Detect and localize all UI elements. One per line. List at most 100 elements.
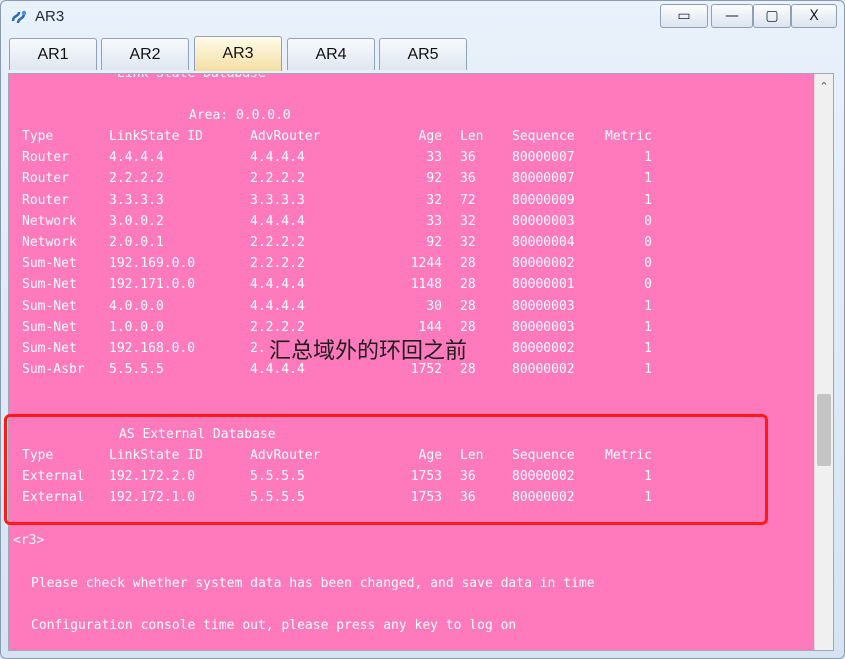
lsdb-row-7-len: 28: [460, 298, 476, 314]
lsdb-row-9-metric: 1: [644, 341, 652, 356]
lsdb-row-4-linkstate-id: 2.0.0.1: [109, 235, 164, 250]
tab-ar4[interactable]: AR4: [287, 38, 375, 70]
scroll-up-icon[interactable]: ⌃: [815, 74, 833, 98]
tab-ar1[interactable]: AR1: [9, 38, 97, 70]
lsdb-row-7-adv-router: 4.4.4.4: [250, 298, 305, 314]
lsdb-row-4-type: Network: [22, 235, 77, 250]
lsdb-row-1-type: Router: [22, 171, 69, 187]
lsdb-row-4-len: 32: [460, 235, 476, 250]
lsdb-row-3-len: 32: [460, 213, 476, 229]
lsdb-row-5-adv-router: 2.2.2.2: [250, 256, 305, 272]
area-label: Area: 0.0.0.0: [189, 108, 291, 123]
minimize-button[interactable]: —: [711, 4, 753, 28]
lsdb-row-2-adv-router: 3.3.3.3: [250, 192, 305, 208]
lsdb-row-3-type: Network: [22, 213, 77, 229]
lsdb-row-4-adv-router: 2.2.2.2: [250, 235, 305, 250]
lsdb-row-7-linkstate-id: 4.0.0.0: [109, 298, 164, 314]
lsdb-row-0-age: 33: [426, 150, 442, 166]
lsdb-header-len: Len: [460, 129, 484, 144]
lsdb-row-3-age: 33: [426, 213, 442, 229]
timeout-message: Configuration console time out, please p…: [31, 618, 517, 633]
lsdb-row-6-linkstate-id: 192.171.0.0: [109, 277, 196, 293]
scroll-thumb[interactable]: [817, 394, 831, 466]
lsdb-row-10-metric: 1: [644, 362, 652, 378]
tab-ar2[interactable]: AR2: [101, 38, 189, 70]
lsdb-header-age: Age: [418, 129, 442, 144]
window-title: AR3: [35, 8, 65, 25]
title-bar: AR3 ▭ — ▢ X: [1, 1, 844, 35]
tab-ar5[interactable]: AR5: [379, 38, 467, 70]
lsdb-row-5-age: 1244: [410, 256, 442, 272]
lsdb-header-linkstate-id: LinkState ID: [109, 129, 203, 144]
lsdb-row-6-adv-router: 4.4.4.4: [250, 277, 305, 293]
lsdb-row-8-type: Sum-Net: [22, 319, 77, 335]
lsdb-row-2-age: 32: [426, 192, 442, 208]
save-reminder-message: Please check whether system data has bee…: [31, 576, 595, 591]
terminal-window: AR3 ▭ — ▢ X AR1 AR2 AR3 AR4 AR5 Link Sta…: [0, 0, 845, 659]
lsdb-row-9-linkstate-id: 192.168.0.0: [109, 341, 196, 356]
lsdb-row-1-sequence: 80000007: [512, 171, 575, 187]
lsdb-row-3-linkstate-id: 3.0.0.2: [109, 213, 164, 229]
lsdb-header-metric: Metric: [605, 129, 652, 144]
lsdb-row-10-linkstate-id: 5.5.5.5: [109, 362, 164, 378]
lsdb-row-0-len: 36: [460, 150, 476, 166]
lsdb-row-5-sequence: 80000002: [512, 256, 575, 272]
command-prompt: <r3>: [13, 533, 45, 548]
lsdb-row-4-metric: 0: [644, 235, 652, 250]
lsdb-row-0-type: Router: [22, 150, 69, 166]
lsdb-row-7-type: Sum-Net: [22, 298, 77, 314]
lsdb-row-2-linkstate-id: 3.3.3.3: [109, 192, 164, 208]
lsdb-row-1-len: 36: [460, 171, 476, 187]
lsdb-row-6-metric: 0: [644, 277, 652, 293]
section-title: Link State Database: [117, 73, 266, 81]
lsdb-row-5-type: Sum-Net: [22, 256, 77, 272]
lsdb-row-1-linkstate-id: 2.2.2.2: [109, 171, 164, 187]
annotation-text: 汇总域外的环回之前: [269, 339, 468, 364]
lsdb-header-type: Type: [22, 129, 54, 144]
lsdb-row-5-linkstate-id: 192.169.0.0: [109, 256, 196, 272]
lsdb-row-10-sequence: 80000002: [512, 362, 575, 378]
lsdb-row-8-metric: 1: [644, 319, 652, 335]
lsdb-row-5-metric: 0: [644, 256, 652, 272]
app-icon: [11, 10, 27, 24]
lsdb-row-2-len: 72: [460, 192, 476, 208]
lsdb-row-0-adv-router: 4.4.4.4: [250, 150, 305, 166]
lsdb-row-1-metric: 1: [644, 171, 652, 187]
lsdb-row-0-metric: 1: [644, 150, 652, 166]
close-button[interactable]: X: [791, 4, 837, 28]
maximize-button[interactable]: ▢: [753, 4, 791, 28]
lsdb-row-6-len: 28: [460, 277, 476, 293]
lsdb-header-adv-router: AdvRouter: [250, 129, 321, 144]
lsdb-row-2-sequence: 80000009: [512, 192, 575, 208]
lsdb-row-5-len: 28: [460, 256, 476, 272]
lsdb-row-6-sequence: 80000001: [512, 277, 575, 293]
lsdb-row-0-sequence: 80000007: [512, 150, 575, 166]
lsdb-row-0-linkstate-id: 4.4.4.4: [109, 150, 164, 166]
lsdb-row-7-age: 30: [426, 298, 442, 314]
lsdb-row-9-sequence: 80000002: [512, 341, 575, 356]
tab-ar3[interactable]: AR3: [194, 36, 282, 71]
highlight-box: [4, 414, 768, 525]
lsdb-row-9-adv-router: 2.: [250, 341, 266, 356]
lsdb-row-3-sequence: 80000003: [512, 213, 575, 229]
lsdb-row-4-age: 92: [426, 235, 442, 250]
lsdb-row-1-age: 92: [426, 171, 442, 187]
lsdb-row-8-linkstate-id: 1.0.0.0: [109, 319, 164, 335]
lsdb-row-2-metric: 1: [644, 192, 652, 208]
lsdb-row-7-sequence: 80000003: [512, 298, 575, 314]
lsdb-row-10-type: Sum-Asbr: [22, 362, 85, 378]
lsdb-row-6-age: 1148: [410, 277, 442, 293]
vertical-scrollbar[interactable]: ⌃: [814, 74, 833, 650]
lsdb-row-3-adv-router: 4.4.4.4: [250, 213, 305, 229]
lsdb-row-4-sequence: 80000004: [512, 235, 575, 250]
maximize-icon: ▢: [765, 8, 779, 24]
minimize-icon: —: [725, 8, 739, 24]
lsdb-row-1-adv-router: 2.2.2.2: [250, 171, 305, 187]
close-icon: X: [809, 8, 819, 24]
lsdb-row-8-sequence: 80000003: [512, 319, 575, 335]
tab-bar: AR1 AR2 AR3 AR4 AR5: [1, 35, 844, 73]
restore-button[interactable]: ▭: [660, 4, 708, 28]
lsdb-row-3-metric: 0: [644, 213, 652, 229]
restore-icon: ▭: [677, 8, 691, 24]
lsdb-row-7-metric: 1: [644, 298, 652, 314]
